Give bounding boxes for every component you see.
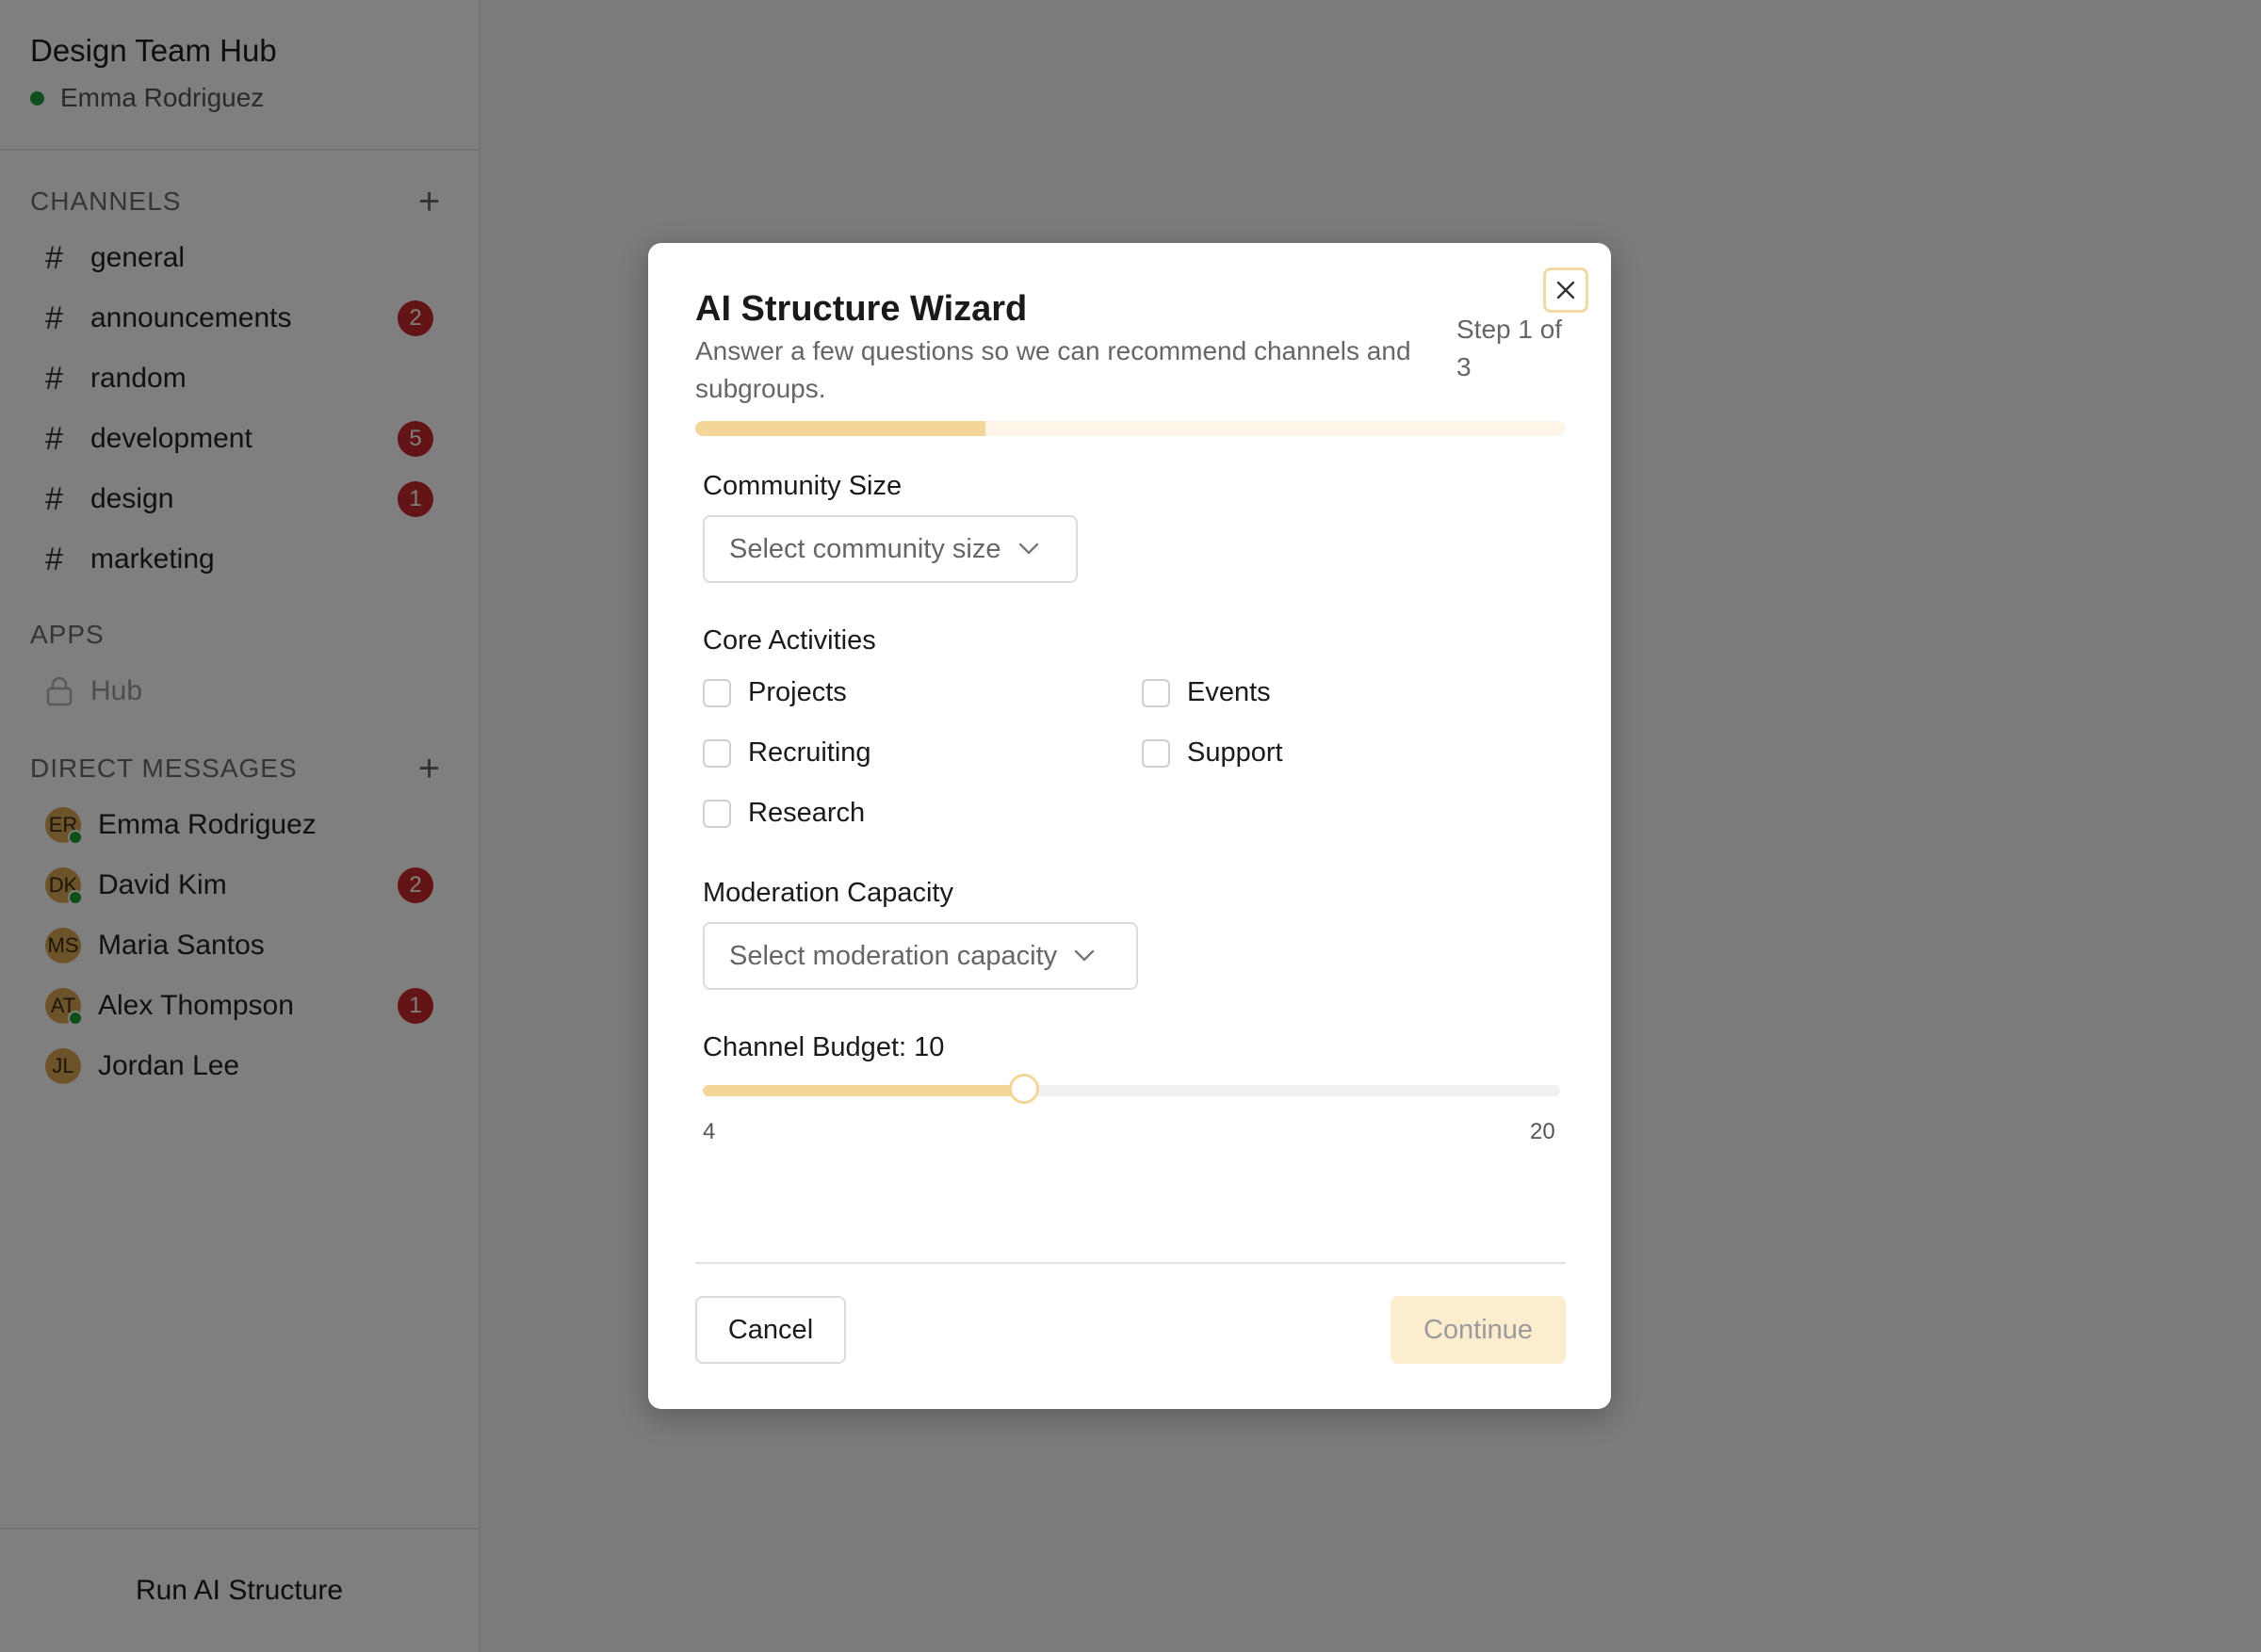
slider-min-label: 4 [703, 1119, 716, 1144]
ai-structure-wizard-dialog: AI Structure Wizard Answer a few questio… [648, 243, 1611, 1409]
wizard-progress-fill [695, 421, 985, 436]
slider-thumb[interactable] [1009, 1074, 1040, 1104]
activity-checkbox-research[interactable]: Research [703, 798, 865, 829]
continue-button[interactable]: Continue [1391, 1296, 1566, 1364]
checkbox[interactable] [1142, 678, 1170, 707]
activity-checkbox-support[interactable]: Support [1142, 737, 1283, 769]
moderation-capacity-select[interactable]: Select moderation capacity [703, 922, 1138, 990]
checkbox[interactable] [703, 678, 731, 707]
checkbox[interactable] [1142, 738, 1170, 768]
checkbox-label: Events [1187, 677, 1271, 707]
wizard-progress-bar [695, 421, 1566, 436]
chevron-down-icon [1074, 949, 1095, 962]
community-size-placeholder: Select community size [729, 533, 1001, 564]
moderation-capacity-placeholder: Select moderation capacity [729, 940, 1058, 971]
cancel-button[interactable]: Cancel [695, 1296, 846, 1364]
close-button[interactable] [1543, 267, 1588, 313]
close-icon [1556, 281, 1575, 300]
slider-max-label: 20 [1530, 1119, 1555, 1144]
modal-footer-divider [695, 1262, 1566, 1264]
community-size-select[interactable]: Select community size [703, 515, 1078, 583]
moderation-capacity-label: Moderation Capacity [703, 878, 953, 908]
checkbox-label: Research [748, 798, 866, 828]
checkbox-label: Projects [748, 677, 847, 707]
modal-title: AI Structure Wizard [695, 289, 1028, 329]
activity-checkbox-projects[interactable]: Projects [703, 677, 847, 708]
activity-checkbox-events[interactable]: Events [1142, 677, 1271, 708]
channel-budget-slider[interactable] [703, 1074, 1560, 1104]
checkbox-label: Recruiting [748, 737, 871, 768]
slider-fill [703, 1085, 1025, 1096]
checkbox[interactable] [703, 799, 731, 828]
chevron-down-icon [1018, 543, 1038, 555]
activity-checkbox-recruiting[interactable]: Recruiting [703, 737, 871, 769]
community-size-label: Community Size [703, 471, 903, 501]
step-indicator: Step 1 of 3 [1456, 315, 1563, 381]
modal-subtitle: Answer a few questions so we can recomme… [695, 336, 1411, 403]
checkbox[interactable] [703, 738, 731, 768]
checkbox-label: Support [1187, 737, 1283, 768]
core-activities-label: Core Activities [703, 625, 876, 656]
channel-budget-label: Channel Budget: 10 [703, 1032, 945, 1062]
